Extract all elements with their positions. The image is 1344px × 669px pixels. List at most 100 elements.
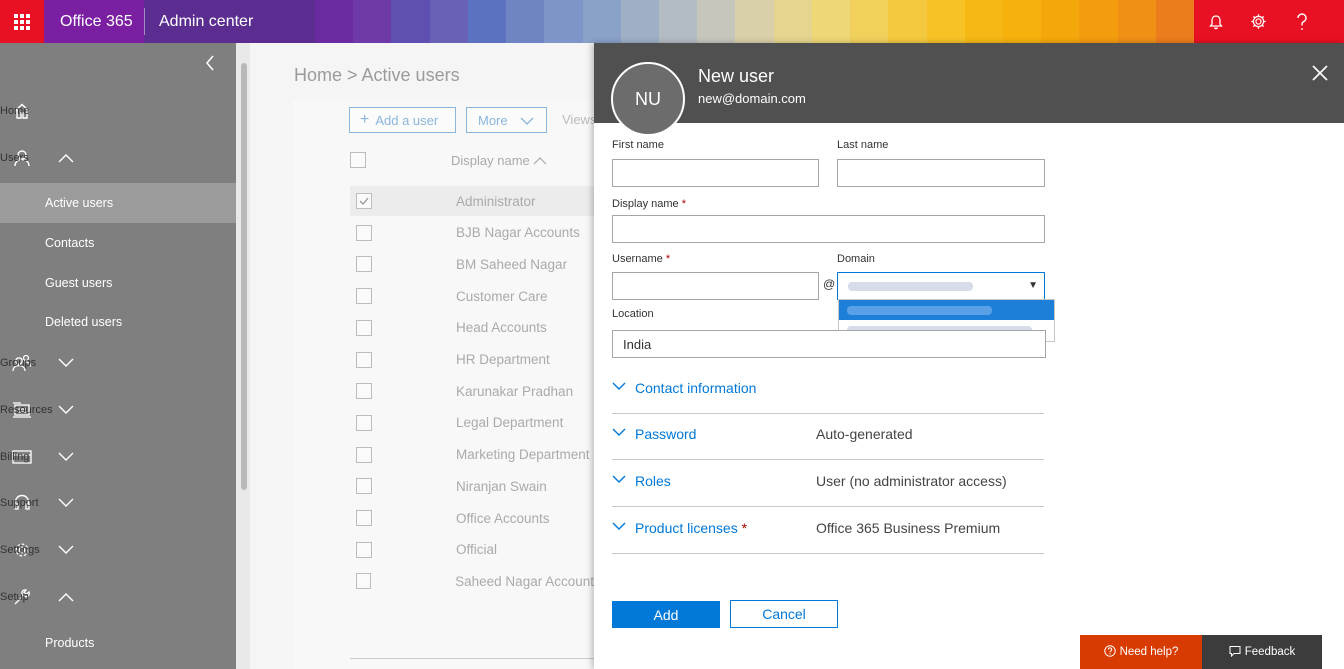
- row-checkbox[interactable]: [356, 446, 372, 463]
- at-sign: @: [823, 277, 836, 291]
- location-select[interactable]: India: [612, 330, 1046, 358]
- row-checkbox[interactable]: [356, 383, 372, 400]
- nav-setup[interactable]: Setup: [0, 574, 236, 620]
- nav-contacts[interactable]: Contacts: [45, 236, 94, 250]
- row-checkbox[interactable]: [356, 510, 372, 526]
- row-display-name: Office Accounts: [456, 510, 550, 526]
- table-row[interactable]: Karunakar Pradhan: [350, 376, 594, 406]
- more-button[interactable]: More: [466, 107, 547, 133]
- nav-active-users-highlight: [0, 183, 236, 223]
- select-all-checkbox[interactable]: [350, 152, 366, 168]
- new-user-panel: NU New user new@domain.com First name La…: [594, 43, 1344, 669]
- avatar: NU: [611, 62, 685, 136]
- row-checkbox[interactable]: [356, 224, 372, 241]
- bell-icon[interactable]: [1194, 0, 1237, 43]
- last-name-field[interactable]: [837, 159, 1045, 187]
- feedback-label: Feedback: [1244, 646, 1296, 658]
- table-row[interactable]: Administrator: [350, 186, 594, 216]
- required-mark: *: [681, 198, 686, 210]
- nav-deleted-users[interactable]: Deleted users: [45, 315, 122, 329]
- domain-option-1[interactable]: [839, 300, 1054, 320]
- gear-icon[interactable]: [1237, 0, 1280, 43]
- roles-section[interactable]: Roles User (no administrator access): [612, 461, 1044, 507]
- column-display-name[interactable]: Display name: [451, 153, 547, 168]
- table-row[interactable]: Head Accounts: [350, 313, 594, 343]
- nav-resources[interactable]: Resources: [0, 387, 236, 433]
- mosaic-tile: [964, 0, 1003, 43]
- table-row[interactable]: HR Department: [350, 345, 594, 375]
- table-row[interactable]: Niranjan Swain: [350, 471, 594, 501]
- views-label[interactable]: Views: [562, 112, 596, 127]
- table-row[interactable]: Official: [350, 535, 594, 565]
- password-title: Password: [635, 426, 697, 442]
- add-user-button[interactable]: + Add a user: [349, 107, 456, 133]
- row-checkbox[interactable]: [356, 256, 372, 273]
- mosaic-tile: [544, 0, 583, 43]
- collapse-nav-button[interactable]: [205, 55, 215, 76]
- help-icon[interactable]: [1280, 0, 1323, 43]
- office-365-brand[interactable]: Office 365: [44, 0, 144, 43]
- row-display-name: Administrator: [456, 193, 536, 209]
- need-help-button[interactable]: Need help?: [1080, 635, 1202, 669]
- nav-home[interactable]: Home: [0, 88, 236, 134]
- product-licenses-title: Product licenses: [635, 520, 738, 536]
- row-checkbox[interactable]: [356, 541, 372, 558]
- app-title[interactable]: Admin center: [145, 0, 315, 43]
- table-row[interactable]: Customer Care: [350, 281, 594, 311]
- nav-billing-label: Billing: [0, 451, 30, 463]
- nav-groups[interactable]: Groups: [0, 340, 236, 386]
- add-button[interactable]: Add: [612, 601, 720, 628]
- nav-resources-label: Resources: [0, 404, 53, 416]
- mosaic-tile: [315, 0, 354, 43]
- table-row[interactable]: BJB Nagar Accounts: [350, 218, 594, 248]
- top-right-spacer: [1323, 0, 1344, 43]
- contact-information-section[interactable]: Contact information: [612, 368, 1044, 414]
- panel-subtitle: new@domain.com: [698, 91, 806, 106]
- nav-scrollbar-thumb[interactable]: [241, 63, 247, 490]
- product-licenses-section[interactable]: Product licenses * Office 365 Business P…: [612, 508, 1044, 554]
- mosaic-tile: [888, 0, 927, 43]
- row-checkbox[interactable]: [356, 414, 372, 431]
- mosaic-tile: [1155, 0, 1195, 43]
- table-row[interactable]: Legal Department: [350, 408, 594, 438]
- mosaic-tile: [811, 0, 851, 43]
- username-field[interactable]: [612, 272, 819, 300]
- row-checkbox[interactable]: [356, 478, 372, 495]
- close-icon[interactable]: [1312, 63, 1328, 85]
- nav-guest-users[interactable]: Guest users: [45, 276, 112, 290]
- nav-active-users[interactable]: Active users: [45, 196, 113, 210]
- breadcrumb: Home > Active users: [294, 65, 460, 85]
- row-checkbox[interactable]: [356, 573, 372, 590]
- cancel-button[interactable]: Cancel: [730, 600, 838, 628]
- chevron-down-icon: [44, 452, 88, 462]
- chevron-down-icon: [612, 472, 626, 487]
- first-name-field[interactable]: [612, 159, 819, 187]
- row-checkbox[interactable]: [356, 319, 372, 336]
- nav-settings-label: Settings: [0, 544, 40, 556]
- row-checkbox[interactable]: [356, 288, 372, 305]
- row-checkbox[interactable]: [356, 193, 372, 209]
- contact-information-title: Contact information: [635, 380, 757, 396]
- nav-billing[interactable]: Billing: [0, 434, 236, 480]
- password-section[interactable]: Password Auto-generated: [612, 414, 1044, 460]
- table-row[interactable]: Marketing Department: [350, 440, 594, 470]
- table-row[interactable]: Office Accounts: [350, 503, 594, 533]
- sort-ascending-icon: [533, 153, 547, 168]
- nav-support[interactable]: Support: [0, 480, 236, 526]
- nav-users[interactable]: Users: [0, 135, 236, 181]
- table-row[interactable]: BM Saheed Nagar: [350, 249, 594, 279]
- display-name-field[interactable]: [612, 215, 1045, 243]
- chevron-down-icon: [44, 545, 88, 555]
- chevron-up-icon: [44, 592, 88, 602]
- header-mosaic: [315, 0, 1195, 43]
- username-label: Username: [612, 253, 663, 265]
- mosaic-tile: [697, 0, 736, 43]
- nav-products[interactable]: Products: [45, 636, 94, 650]
- table-row[interactable]: Saheed Nagar Account: [350, 566, 594, 596]
- feedback-button[interactable]: Feedback: [1202, 635, 1322, 669]
- nav-settings[interactable]: Settings: [0, 527, 236, 573]
- app-launcher-button[interactable]: [0, 0, 44, 43]
- domain-select[interactable]: ▼: [837, 272, 1045, 300]
- top-bar: Office 365 Admin center: [0, 0, 1344, 43]
- row-checkbox[interactable]: [356, 351, 372, 368]
